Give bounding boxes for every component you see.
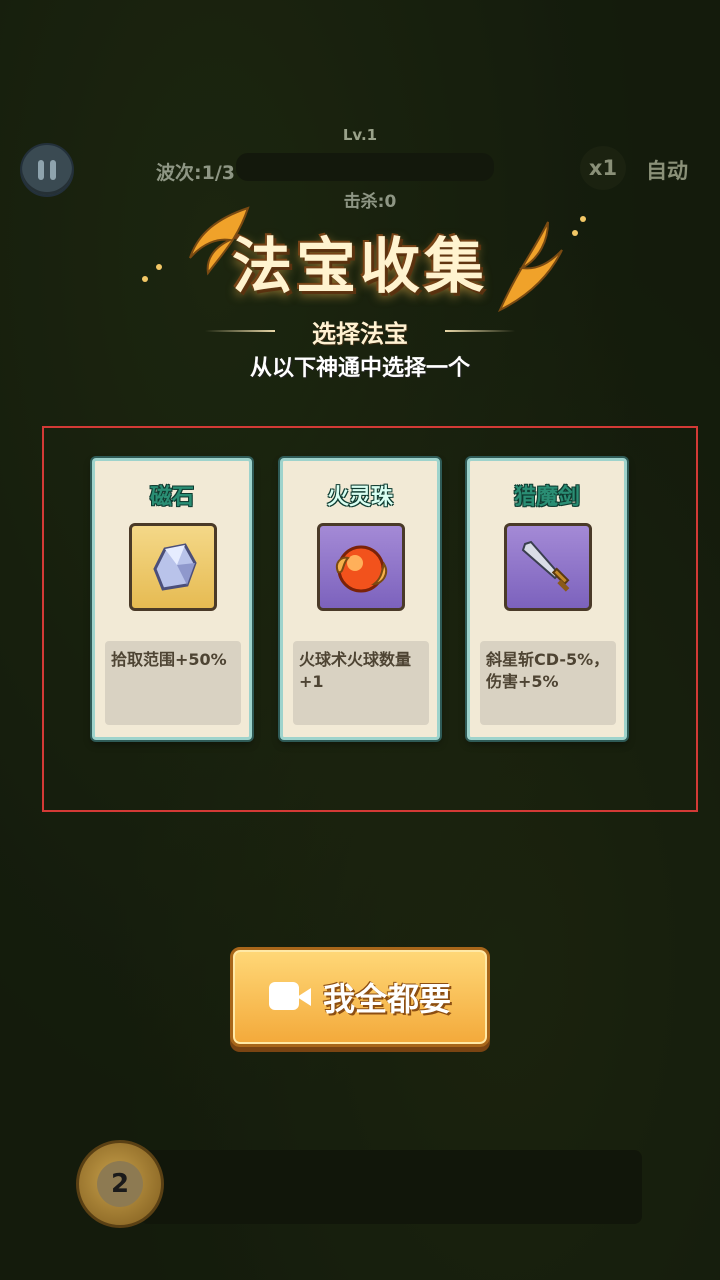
pause-icon	[38, 160, 44, 180]
level-count: 2	[110, 1169, 130, 1199]
treasure-card-sword[interactable]: 猎魔剑 斜星斩CD-5%，伤害+5%	[467, 458, 627, 740]
level-badge: 2	[76, 1140, 164, 1228]
fire-orb-icon	[317, 523, 405, 611]
kill-counter: 击杀:0	[343, 192, 397, 212]
experience-bar	[140, 1150, 642, 1224]
wave-progress-bar	[236, 153, 494, 181]
video-camera-icon	[268, 980, 315, 1014]
dialog-instruction: 从以下神通中选择一个	[249, 356, 470, 381]
card-title: 猎魔剑	[513, 485, 580, 510]
card-title: 火灵珠	[326, 485, 393, 510]
card-title: 磁石	[149, 485, 194, 510]
card-description: 拾取范围+50%	[105, 641, 241, 725]
treasure-card-fire-orb[interactable]: 火灵珠 火球术火球数量+1	[280, 458, 440, 740]
dialog-subtitle: 选择法宝	[312, 320, 408, 348]
treasure-card-magnet[interactable]: 磁石 拾取范围+50%	[92, 458, 252, 740]
card-description: 火球术火球数量+1	[293, 641, 429, 725]
speed-button[interactable]: x1	[580, 146, 626, 190]
auto-button[interactable]: 自动	[646, 155, 688, 185]
sword-icon	[504, 523, 592, 611]
magnet-stone-icon	[129, 523, 217, 611]
take-all-label: 我全都要	[322, 980, 451, 1018]
card-description: 斜星斩CD-5%，伤害+5%	[480, 641, 616, 725]
dialog-title: 法宝收集	[232, 232, 488, 302]
pause-button[interactable]	[20, 143, 74, 197]
level-label: Lv.1	[342, 126, 378, 144]
wave-counter: 波次:1/3	[156, 162, 235, 184]
take-all-button[interactable]: 我全都要	[230, 947, 490, 1047]
